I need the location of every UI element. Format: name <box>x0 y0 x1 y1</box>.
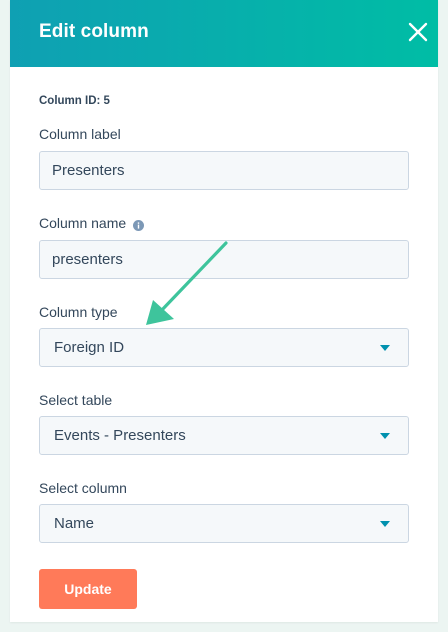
select-table-label-text: Select table <box>39 392 113 408</box>
column-name-input[interactable]: presenters <box>39 240 409 279</box>
column-label-input[interactable]: Presenters <box>39 151 409 190</box>
edit-column-panel: Edit column Column ID: 5 Column label Pr… <box>10 0 438 622</box>
select-table-value: Events - Presenters <box>54 427 186 444</box>
column-name-label: Column name <box>39 215 145 231</box>
close-button[interactable] <box>407 21 429 43</box>
info-icon[interactable] <box>133 218 145 231</box>
column-type-label-text: Column type <box>39 304 118 320</box>
column-name-value: presenters <box>52 251 123 268</box>
caret-down-icon <box>380 345 390 351</box>
caret-down-icon <box>380 521 390 527</box>
column-label-label: Column label <box>39 126 121 142</box>
select-table-select[interactable]: Events - Presenters <box>39 416 409 455</box>
select-column-select[interactable]: Name <box>39 504 409 543</box>
panel-title: Edit column <box>39 21 149 42</box>
update-button[interactable]: Update <box>39 569 137 609</box>
caret-down-icon <box>380 433 390 439</box>
column-label-value: Presenters <box>52 162 125 179</box>
close-icon <box>408 22 428 42</box>
select-column-label: Select column <box>39 480 127 496</box>
column-label-label-text: Column label <box>39 126 121 142</box>
column-id: Column ID: 5 <box>39 95 110 107</box>
column-type-value: Foreign ID <box>54 339 125 356</box>
select-column-label-text: Select column <box>39 480 127 496</box>
select-table-label: Select table <box>39 392 112 408</box>
select-column-value: Name <box>54 515 95 532</box>
column-type-select[interactable]: Foreign ID <box>39 328 409 367</box>
column-name-label-text: Column name <box>39 215 127 231</box>
panel-header: Edit column <box>10 0 438 67</box>
column-type-label: Column type <box>39 304 118 320</box>
